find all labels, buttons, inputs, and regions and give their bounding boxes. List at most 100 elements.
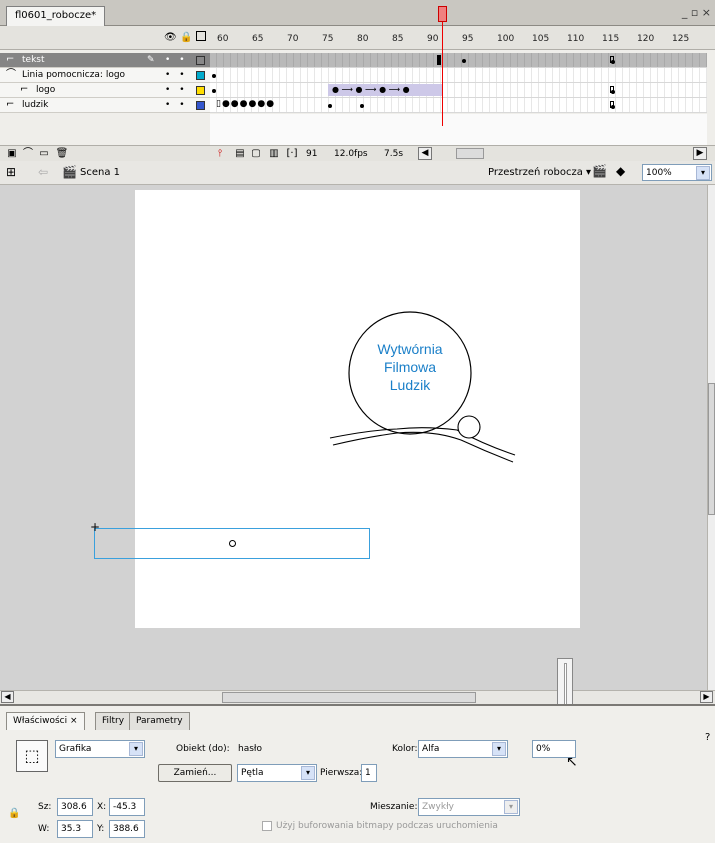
keyframe[interactable] [360,101,366,109]
onion-outline-icon[interactable]: ▢ [248,147,264,161]
timeline-scroll-thumb[interactable] [456,148,484,159]
onion-skin-icon[interactable]: ▤ [232,147,248,161]
edit-scene-icon[interactable]: 🎬 [592,164,607,178]
window-controls[interactable]: _ ▫ × [682,6,711,19]
center-frame-icon[interactable]: ⫯ [212,147,228,161]
lock-icon[interactable]: 🔒 [8,808,20,819]
ruler-number[interactable]: 115 [602,34,619,44]
scroll-right-button[interactable]: ▶ [693,147,707,160]
zoom-combo[interactable]: 100% ▾ [642,164,712,181]
document-tab-bar: fl0601_robocze* _ ▫ × [0,0,715,26]
first-frame-field[interactable]: 1 [361,764,377,782]
layer-row-logo[interactable]: ⌐ logo •• [0,83,210,98]
frame-row-tekst[interactable] [210,53,707,68]
y-field[interactable]: 388.6 [109,820,145,838]
keyframe[interactable] [462,56,468,64]
eye-icon[interactable]: 👁 [164,32,177,43]
layer-color-box[interactable] [196,56,205,65]
guide-layer-icon: ⌒ [6,69,16,80]
frame-row-ludzik[interactable]: ▯●●●●●● [210,98,707,113]
stage[interactable]: Wytwórnia Filmowa Ludzik [135,190,580,628]
edit-multiple-icon[interactable]: ▥ [266,147,282,161]
scroll-right-button[interactable]: ▶ [700,691,713,703]
ruler-number[interactable]: 85 [392,34,403,44]
graphic-symbol-icon: ⬚ [16,740,48,772]
ruler-number[interactable]: 65 [252,34,263,44]
keyframe-end[interactable] [610,101,615,109]
ruler-number[interactable]: 120 [637,34,654,44]
keyframe-series[interactable]: ▯●●●●●● [216,99,275,109]
help-icon[interactable]: ? [705,732,710,743]
add-guide-icon[interactable]: ⌒ [20,147,36,161]
new-layer-icon[interactable]: ▣ [4,147,20,161]
chevron-down-icon[interactable]: ▾ [492,742,506,756]
horizontal-scroll-thumb[interactable] [222,692,476,703]
width-field[interactable]: 308.6 [57,798,93,816]
chevron-down-icon[interactable]: ▾ [301,766,315,780]
tab-filters[interactable]: Filtry [95,712,132,730]
vertical-scrollbar[interactable] [707,185,715,690]
layer-toggles[interactable]: •• [165,68,194,82]
playhead[interactable] [438,6,447,126]
chevron-down-icon[interactable]: ▾ [696,166,710,180]
layer-color-box[interactable] [196,101,205,110]
keyframe[interactable] [212,71,218,79]
swap-button[interactable]: Zamień... [158,764,232,782]
layer-color-box[interactable] [196,86,205,95]
frame-row-guide[interactable] [210,68,707,83]
timeline-toggle-icon[interactable]: ⊞ [6,165,16,179]
layer-icon: ⌐ [20,84,29,95]
ruler-number[interactable]: 60 [217,34,228,44]
ruler-number[interactable]: 125 [672,34,689,44]
trash-icon[interactable]: 🗑 [54,147,70,161]
chevron-down-icon[interactable]: ▾ [504,800,518,814]
onion-markers-icon[interactable]: [·] [284,147,300,161]
layer-color-box[interactable] [196,71,205,80]
tab-parameters[interactable]: Parametry [129,712,190,730]
symbol-type-combo[interactable]: Grafika ▾ [55,740,145,758]
layer-toggles[interactable]: •• [165,53,194,67]
ruler-number[interactable]: 110 [567,34,584,44]
x-field[interactable]: -45.3 [109,798,145,816]
chevron-down-icon[interactable]: ▾ [129,742,143,756]
ruler-number[interactable]: 75 [322,34,333,44]
horizontal-scrollbar[interactable]: ◀ ▶ [0,690,715,704]
selected-text-instance[interactable]: + [90,520,370,559]
ruler-number[interactable]: 105 [532,34,549,44]
scroll-left-button[interactable]: ◀ [418,147,432,160]
loop-combo[interactable]: Pętla ▾ [237,764,317,782]
layer-row-ludzik[interactable]: ⌐ ludzik •• [0,98,210,113]
blend-combo[interactable]: Zwykły ▾ [418,798,520,816]
transform-point-icon[interactable] [229,540,236,547]
scene-name[interactable]: Scena 1 [80,167,120,178]
x-label: X: [97,802,107,812]
keyframe[interactable] [212,86,218,94]
workspace-menu[interactable]: Przestrzeń robocza ▾ [488,167,591,178]
keyframe[interactable] [328,101,334,109]
ruler-number[interactable]: 100 [497,34,514,44]
tab-properties[interactable]: Właściwości × [6,712,85,730]
outline-icon[interactable] [196,31,206,41]
height-field[interactable]: 35.3 [57,820,93,838]
layer-row-tekst[interactable]: ⌐ tekst ✎ •• [0,53,210,68]
back-arrow-icon[interactable]: ⇦ [38,165,48,179]
color-style-combo[interactable]: Alfa ▾ [418,740,508,758]
ruler-number[interactable]: 80 [357,34,368,44]
edit-symbols-icon[interactable]: ◆ [616,164,625,178]
scroll-left-button[interactable]: ◀ [1,691,14,703]
new-folder-icon[interactable]: ▭ [36,147,52,161]
registration-point-icon: + [90,520,101,534]
lock-icon[interactable]: 🔒 [180,32,192,43]
frame-row-logo[interactable]: ● ⟶ ● ⟶ ● ⟶ ● [210,83,707,98]
ruler-number[interactable]: 70 [287,34,298,44]
layer-toggles[interactable]: •• [165,83,194,97]
layer-toggles[interactable]: •• [165,98,194,112]
keyframe-end[interactable] [610,86,615,94]
keyframe-end[interactable] [610,56,615,64]
document-tab[interactable]: fl0601_robocze* [6,6,106,26]
layer-row-guide[interactable]: ⌒ Linia pomocnicza: logo •• [0,68,210,83]
vertical-scroll-thumb[interactable] [708,383,715,515]
ruler-number[interactable]: 95 [462,34,473,44]
cache-checkbox[interactable] [262,821,272,831]
ruler-number[interactable]: 90 [427,34,438,44]
